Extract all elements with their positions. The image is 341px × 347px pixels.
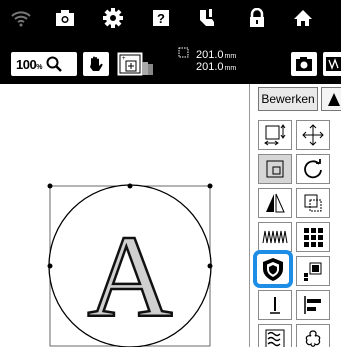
- memory-button[interactable]: [323, 52, 341, 76]
- density-button[interactable]: [296, 188, 330, 218]
- align-left-button[interactable]: [296, 290, 330, 320]
- lock-icon[interactable]: [244, 5, 270, 31]
- wifi-icon[interactable]: [8, 5, 34, 31]
- edit-tools-panel: Bewerken: [251, 84, 341, 347]
- border-repeat-icon: [304, 262, 322, 281]
- rotate-button[interactable]: [296, 154, 330, 184]
- stipple-pattern-icon: [265, 329, 285, 347]
- align-left-icon: [304, 296, 321, 314]
- settings-gear-icon[interactable]: [100, 5, 126, 31]
- align-button[interactable]: [258, 154, 292, 184]
- svg-text:?: ?: [157, 11, 165, 26]
- pattern-height: 201.0 mm: [196, 61, 237, 73]
- applique-shield-icon: [263, 258, 283, 281]
- edit-toolbar: 100% + 201.0 mm 201.0 mm: [0, 36, 341, 84]
- camera-save-icon: [296, 57, 312, 71]
- align-icon: [266, 160, 284, 178]
- home-icon[interactable]: [290, 5, 316, 31]
- grid-array-icon: [304, 228, 323, 247]
- zoom-button[interactable]: 100%: [11, 52, 77, 76]
- pattern-width: 201.0 mm: [178, 47, 236, 62]
- memory-icon: [326, 57, 341, 71]
- embroidery-canvas[interactable]: A: [0, 84, 250, 347]
- embroidery-frame-button[interactable]: +: [116, 50, 156, 78]
- tab-shapes[interactable]: [321, 87, 341, 111]
- svg-text:+: +: [122, 56, 126, 62]
- embroidery-foot-icon[interactable]: [194, 5, 220, 31]
- pattern-dimensions: 201.0 mm 201.0 mm: [178, 47, 236, 74]
- resize-handle[interactable]: [207, 263, 213, 269]
- needle-icon: [270, 297, 280, 314]
- save-button[interactable]: [291, 52, 317, 76]
- resize-handle[interactable]: [127, 183, 133, 189]
- mirror-flip-icon: [266, 193, 285, 213]
- stipple-button[interactable]: [258, 324, 292, 347]
- zigzag-stitch-icon: [262, 230, 288, 244]
- resize-handle[interactable]: [207, 183, 213, 189]
- resize-handle[interactable]: [47, 263, 53, 269]
- top-status-bar: ?: [0, 0, 341, 36]
- outline-button[interactable]: [296, 324, 330, 347]
- applique-button[interactable]: [253, 250, 293, 288]
- mirror-button[interactable]: [258, 188, 292, 218]
- rotate-icon: [304, 159, 322, 179]
- resize-button[interactable]: [258, 120, 292, 150]
- border-button[interactable]: [296, 256, 330, 286]
- tab-edit[interactable]: Bewerken: [258, 87, 318, 111]
- pan-hand-button[interactable]: [83, 52, 109, 76]
- move-button[interactable]: [296, 120, 330, 150]
- array-button[interactable]: [296, 222, 330, 252]
- flower-outline-icon: [305, 330, 321, 347]
- triangle-icon: [328, 93, 340, 106]
- move-arrows-icon: [302, 124, 324, 146]
- resize-icon: [264, 124, 286, 146]
- letter-pattern: A: [87, 211, 172, 342]
- magnifier-icon: [46, 56, 62, 72]
- thread-needle-button[interactable]: [258, 290, 292, 320]
- width-size-icon: [178, 47, 189, 58]
- hand-icon: [90, 56, 103, 71]
- density-icon: [304, 194, 322, 212]
- hoop-frame-icon: +: [117, 52, 153, 76]
- help-icon[interactable]: ?: [148, 5, 174, 31]
- zoom-value: 100%: [16, 56, 42, 72]
- resize-handle[interactable]: [47, 183, 53, 189]
- stitch-fill-button[interactable]: [258, 222, 292, 252]
- pattern-preview: A: [47, 183, 213, 347]
- camera-icon[interactable]: [52, 5, 78, 31]
